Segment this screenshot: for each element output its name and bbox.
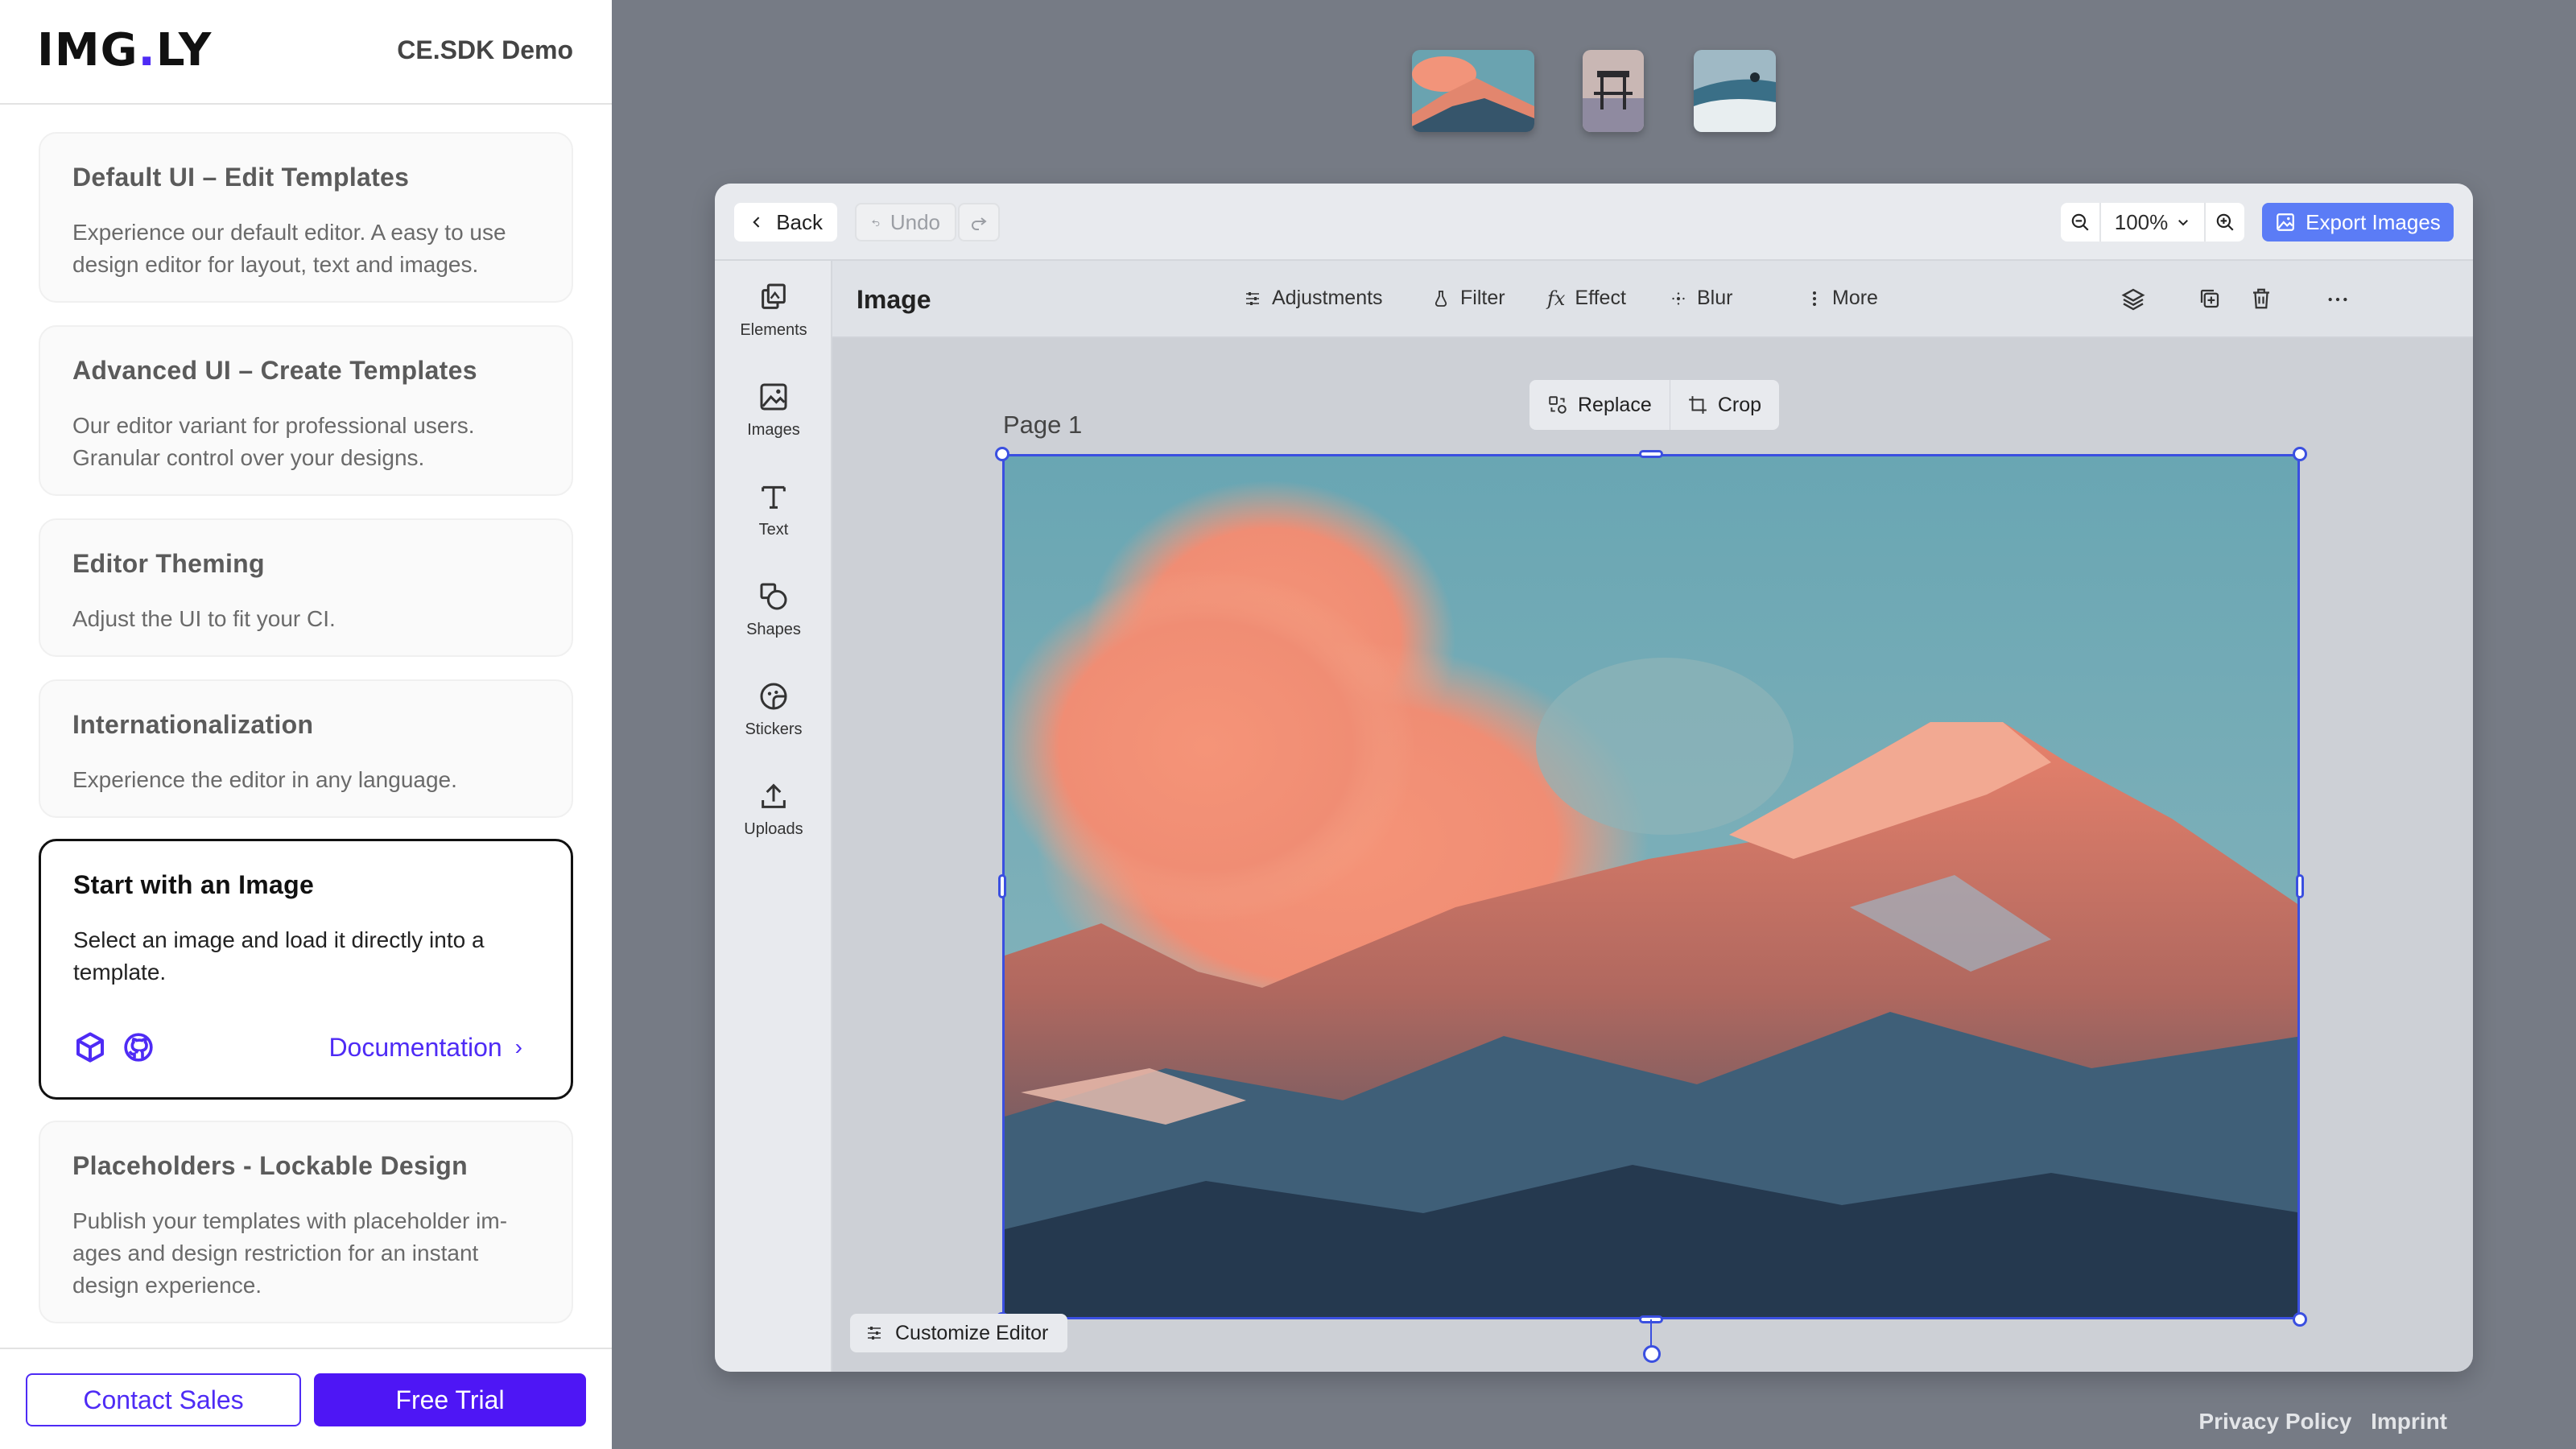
blur-icon <box>1670 290 1687 308</box>
redo-button[interactable] <box>958 203 1000 242</box>
card-editor-theming[interactable]: Editor Theming Adjust the UI to fit your… <box>39 518 573 657</box>
inspector-title: Image <box>857 285 931 315</box>
filter-button[interactable]: Filter <box>1431 287 1505 310</box>
chevron-left-icon <box>749 213 765 231</box>
images-icon <box>758 381 790 413</box>
uploads-icon <box>758 780 790 812</box>
asset-library-rail: Elements Images Text Shapes Stickers Upl… <box>715 261 832 1372</box>
card-advanced-ui[interactable]: Advanced UI – Create Templates Our edito… <box>39 325 573 496</box>
inspector-bar: Image Adjustments Filter fx Effect Blur … <box>832 261 2473 338</box>
card-description: Select an image and load it directly int… <box>73 924 539 989</box>
editor-topbar: Back Undo 100% Export Images <box>715 184 2473 261</box>
replace-button[interactable]: Replace <box>1530 380 1670 430</box>
undo-icon <box>871 213 881 232</box>
rail-elements[interactable]: Elements <box>715 266 832 354</box>
fx-icon: fx <box>1547 287 1565 310</box>
more-horizontal-icon[interactable] <box>2325 287 2351 316</box>
footer-links: Privacy Policy Imprint <box>2186 1409 2447 1435</box>
blur-button[interactable]: Blur <box>1670 287 1732 310</box>
sliders-icon <box>865 1323 884 1343</box>
rail-text[interactable]: Text <box>715 465 832 554</box>
sidebar: IMG.LY CE.SDK Demo Default UI – Edit Tem… <box>0 0 612 1449</box>
documentation-link[interactable]: Documentation› <box>328 1033 522 1063</box>
replace-icon <box>1547 394 1568 415</box>
resize-handle-top-left[interactable] <box>995 447 1009 461</box>
zoom-out-icon[interactable] <box>2061 212 2099 233</box>
resize-handle-bottom-right[interactable] <box>2293 1312 2307 1327</box>
rail-images[interactable]: Images <box>715 365 832 454</box>
undo-button[interactable]: Undo <box>855 203 956 242</box>
effect-button[interactable]: fx Effect <box>1547 287 1626 310</box>
image-icon <box>2275 212 2296 233</box>
rail-shapes[interactable]: Shapes <box>715 565 832 654</box>
zoom-level-select[interactable]: 100% <box>2099 203 2206 242</box>
selected-image[interactable] <box>1002 454 2300 1319</box>
sliders-icon <box>1243 289 1262 308</box>
more-vertical-icon <box>1806 289 1823 308</box>
card-default-ui[interactable]: Default UI – Edit Templates Experience o… <box>39 132 573 303</box>
card-title: Default UI – Edit Templates <box>72 163 539 192</box>
resize-handle-left[interactable] <box>998 874 1006 898</box>
card-description: Experience the editor in any language. <box>72 764 539 796</box>
card-title: Internationalization <box>72 710 539 740</box>
export-images-button[interactable]: Export Images <box>2262 203 2454 242</box>
imprint-link[interactable]: Imprint <box>2371 1409 2447 1434</box>
duplicate-icon[interactable] <box>2198 287 2222 315</box>
zoom-in-icon[interactable] <box>2206 212 2244 233</box>
card-links: Documentation› <box>73 1028 522 1067</box>
github-icon[interactable] <box>122 1030 155 1064</box>
adjustments-button[interactable]: Adjustments <box>1243 287 1383 310</box>
layers-icon[interactable] <box>2120 287 2146 316</box>
more-button[interactable]: More <box>1806 287 1878 310</box>
rotate-handle[interactable] <box>1643 1345 1661 1363</box>
card-description: Experience our default editor. A easy to… <box>72 217 539 281</box>
card-description: Adjust the UI to fit your CI. <box>72 603 539 635</box>
codesandbox-icon[interactable] <box>73 1030 107 1064</box>
privacy-policy-link[interactable]: Privacy Policy <box>2198 1409 2351 1434</box>
trash-icon[interactable] <box>2249 287 2273 315</box>
thumbnail-surfer[interactable] <box>1694 50 1776 132</box>
stickers-icon <box>758 680 790 712</box>
card-internationalization[interactable]: Internationalization Experience the edit… <box>39 679 573 818</box>
canvas-context-toolbar: Replace Crop <box>1530 380 1779 430</box>
card-title: Start with an Image <box>73 870 539 900</box>
resize-handle-right[interactable] <box>2296 874 2304 898</box>
mountain-photo <box>1005 456 2300 1319</box>
thumbnail-mountain[interactable] <box>1412 50 1534 132</box>
text-icon <box>758 481 790 513</box>
page-label: Page 1 <box>1003 411 1082 440</box>
card-description: Publish your templates with placeholder … <box>72 1205 539 1302</box>
crop-icon <box>1687 394 1708 415</box>
sidebar-header: IMG.LY CE.SDK Demo <box>0 0 612 105</box>
flask-icon <box>1431 289 1451 308</box>
imgly-logo[interactable]: IMG.LY <box>37 24 212 76</box>
back-button[interactable]: Back <box>734 203 837 242</box>
free-trial-button[interactable]: Free Trial <box>314 1373 586 1426</box>
card-description: Our editor variant for professional user… <box>72 410 539 474</box>
thumbnail-pier[interactable] <box>1583 50 1644 132</box>
crop-button[interactable]: Crop <box>1670 380 1779 430</box>
chevron-down-icon <box>2176 215 2190 229</box>
zoom-control: 100% <box>2061 203 2244 242</box>
chevron-right-icon: › <box>515 1034 522 1060</box>
card-start-with-image[interactable]: Start with an Image Select an image and … <box>39 839 573 1100</box>
resize-handle-top[interactable] <box>1639 450 1663 458</box>
resize-handle-top-right[interactable] <box>2293 447 2307 461</box>
card-title: Editor Theming <box>72 549 539 579</box>
card-title: Placeholders - Lockable Design <box>72 1151 539 1181</box>
rail-uploads[interactable]: Uploads <box>715 765 832 853</box>
elements-icon <box>758 281 790 313</box>
redo-icon <box>969 213 989 232</box>
sidebar-footer: Contact Sales Free Trial <box>0 1348 612 1449</box>
customize-editor-button[interactable]: Customize Editor <box>850 1314 1067 1352</box>
editor-window: Back Undo 100% Export Images <box>715 184 2473 1372</box>
shapes-icon <box>758 580 790 613</box>
demo-title: CE.SDK Demo <box>397 35 573 65</box>
card-placeholders[interactable]: Placeholders - Lockable Design Publish y… <box>39 1121 573 1323</box>
rail-stickers[interactable]: Stickers <box>715 665 832 753</box>
card-title: Advanced UI – Create Templates <box>72 356 539 386</box>
contact-sales-button[interactable]: Contact Sales <box>26 1373 301 1426</box>
